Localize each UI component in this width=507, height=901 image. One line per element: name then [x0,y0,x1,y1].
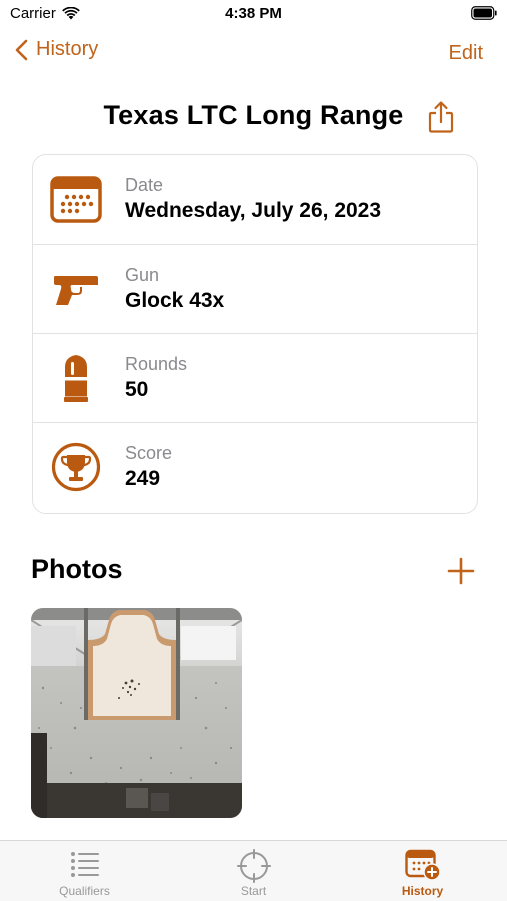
rounds-value: 50 [125,378,149,401]
tab-qualifiers[interactable]: Qualifiers [0,841,169,901]
score-value: 249 [125,467,161,490]
status-time: 4:38 PM [225,5,282,22]
tab-start[interactable]: Start [169,841,338,901]
navigation-bar: History Edit [0,30,507,76]
crosshair-icon [169,849,338,883]
back-button[interactable]: History [14,38,98,61]
plus-icon[interactable] [446,556,476,586]
detail-row-date: Date Wednesday, July 26, 2023 [33,155,477,244]
detail-row-rounds: Rounds 50 [33,333,477,423]
chevron-left-icon [15,39,28,60]
list-icon [0,849,169,881]
battery-icon [471,6,497,20]
gun-value: Glock 43x [125,289,225,312]
status-bar: Carrier 4:38 PM [0,0,507,28]
tab-history[interactable]: History [338,841,507,901]
bullet-icon [49,351,103,405]
detail-row-gun: Gun Glock 43x [33,244,477,334]
share-icon[interactable] [426,100,456,134]
edit-button[interactable]: Edit [449,42,483,65]
tab-qualifiers-label: Qualifiers [59,884,110,898]
tab-start-label: Start [240,884,267,898]
trophy-icon [49,440,103,494]
score-label: Score [125,443,173,463]
date-value: Wednesday, July 26, 2023 [125,199,382,222]
tab-history-label: History [401,884,444,898]
calendar-add-icon [338,849,507,881]
tab-bar: Qualifiers Start History [0,840,507,901]
gun-label: Gun [125,265,160,285]
rounds-label: Rounds [125,354,188,374]
detail-row-score: Score 249 [33,422,477,512]
target-photo[interactable] [31,608,242,818]
back-button-label: History [36,38,99,60]
photos-heading: Photos [31,554,123,584]
pistol-icon [49,262,103,316]
date-label: Date [125,175,164,195]
calendar-icon [49,172,103,226]
session-details-card: Date Wednesday, July 26, 2023 Gun Glock … [32,154,478,514]
